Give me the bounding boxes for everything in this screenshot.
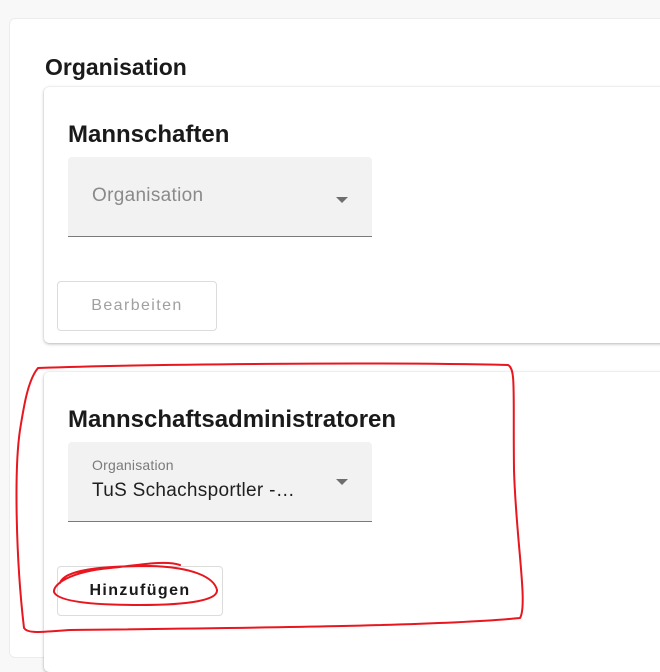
admins-organisation-value: TuS Schachsportler -…	[92, 480, 296, 501]
dropdown-arrow-icon	[336, 197, 348, 203]
teams-card: Mannschaften Organisation Bearbeiten	[44, 87, 660, 343]
team-admins-card: Mannschaftsadministratoren Organisation …	[44, 372, 660, 672]
dropdown-arrow-icon	[336, 479, 348, 485]
admins-organisation-select[interactable]: Organisation TuS Schachsportler -…	[68, 442, 372, 522]
section-title: Organisation	[45, 54, 187, 80]
edit-button[interactable]: Bearbeiten	[57, 281, 217, 331]
teams-card-heading: Mannschaften	[68, 121, 230, 148]
team-admins-card-heading: Mannschaftsadministratoren	[68, 406, 397, 433]
teams-organisation-placeholder: Organisation	[92, 185, 204, 206]
add-button[interactable]: Hinzufügen	[57, 566, 223, 616]
teams-organisation-select[interactable]: Organisation	[68, 157, 372, 237]
admins-organisation-label: Organisation	[92, 457, 174, 473]
